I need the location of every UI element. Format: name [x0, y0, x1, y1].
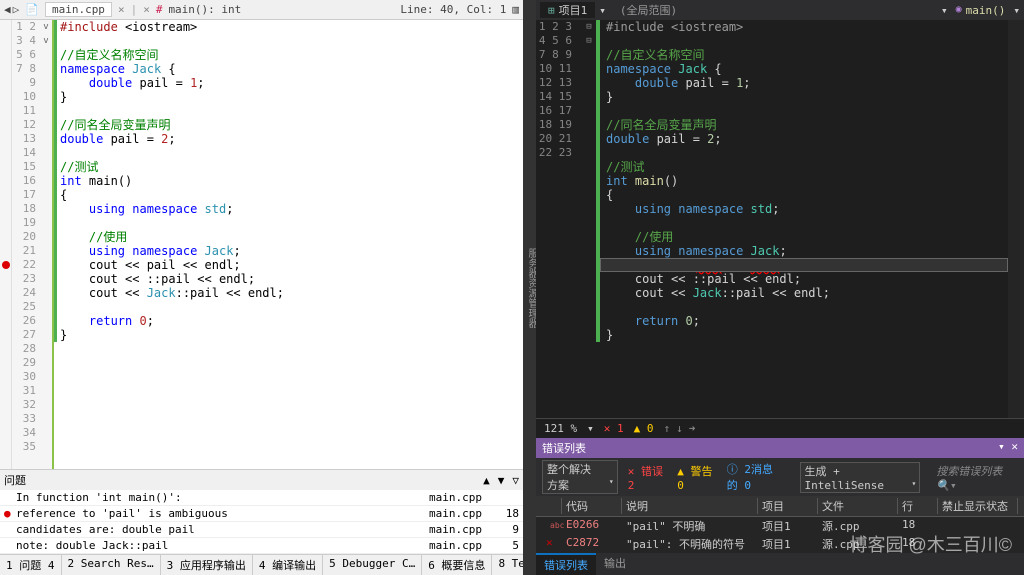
func-dropdown[interactable]: main() [948, 4, 1014, 17]
right-status-bar: 121 % ▾ ✕ 1 ▲ 0 ↑ ↓ ➜ [536, 418, 1024, 438]
bottom-tab[interactable]: 5 Debugger C… [323, 555, 422, 575]
back-icon[interactable]: ◀ [4, 3, 11, 16]
file-icon: 📄 [25, 3, 39, 16]
right-code-editor[interactable]: 1 2 3 4 5 6 7 8 9 10 11 12 13 14 15 16 1… [536, 20, 1024, 418]
tab-close2-icon[interactable]: × [143, 3, 150, 16]
right-line-numbers: 1 2 3 4 5 6 7 8 9 10 11 12 13 14 15 16 1… [536, 20, 582, 418]
zoom-dropdown[interactable]: 121 % [544, 422, 577, 435]
fwd-icon[interactable]: ▷ [13, 3, 20, 16]
server-explorer-side[interactable]: 服务器资源管理器 [524, 0, 536, 575]
error-row[interactable]: abcE0266"pail" 不明确项目1源.cpp18 [536, 517, 1024, 535]
nav-up-icon[interactable]: ▲ [483, 474, 490, 487]
bottom-tab[interactable]: 8 Test Results ▾ [492, 555, 523, 575]
right-fold-gutter[interactable]: ⊟ ⊟ [582, 20, 596, 418]
build-filter-dropdown[interactable]: 生成 + IntelliSense [800, 462, 921, 493]
fold-gutter[interactable]: v v [40, 20, 54, 469]
right-code-area[interactable]: #include <iostream> //自定义名称空间 namespace … [600, 20, 1008, 418]
left-topbar: ◀ ▷ 📄 main.cpp × | × # main(): int Line:… [0, 0, 523, 20]
errorlist-body[interactable]: abcE0266"pail" 不明确项目1源.cpp18✕C2872"pail"… [536, 517, 1024, 553]
error-list-panel: 错误列表 ▾ ✕ 整个解决方案 ✕ 错误 2 ▲ 警告 0 ⓘ 2消息 的 0 … [536, 438, 1024, 553]
filter-icon[interactable]: ▽ [512, 474, 519, 487]
code-area[interactable]: #include <iostream> //自定义名称空间 namespace … [54, 20, 523, 469]
search-errors[interactable]: 搜索错误列表 🔍▾ [930, 463, 1018, 492]
right-bottom-tabs[interactable]: 错误列表 输出 [536, 553, 1024, 575]
func-marker-icon: # [156, 3, 163, 16]
problem-row[interactable]: candidates are: double pailmain.cpp9 [0, 522, 523, 538]
scope-arrow-icon[interactable]: ▾ [941, 4, 948, 17]
problem-row[interactable]: note: double Jack::pailmain.cpp5 [0, 538, 523, 554]
bottom-tab[interactable]: 3 应用程序输出 [161, 555, 253, 575]
bottom-tab[interactable]: 4 编译输出 [253, 555, 323, 575]
error-row[interactable]: ✕C2872"pail": 不明确的符号项目1源.cpp18 [536, 535, 1024, 553]
error-count[interactable]: ✕ 1 [604, 422, 624, 435]
func-arrow-icon[interactable]: ▾ [1013, 4, 1020, 17]
info-filter[interactable]: ⓘ 2消息 的 0 [727, 461, 790, 493]
problems-title: 问题 [4, 472, 26, 488]
warnings-filter[interactable]: ▲ 警告 0 [677, 463, 716, 492]
bottom-tab[interactable]: 6 概要信息 [422, 555, 492, 575]
minimap[interactable] [1008, 20, 1024, 418]
problem-row[interactable]: ●reference to 'pail' is ambiguousmain.cp… [0, 506, 523, 522]
dropdown-icon[interactable]: ▾ [595, 4, 610, 17]
right-topbar: ⊞ 项目1 ▾ (全局范围) ▾ main() ▾ [536, 0, 1024, 20]
errorlist-header: 代码 说明 项目 文件 行 禁止显示状态 [536, 496, 1024, 517]
warn-count[interactable]: ▲ 0 [634, 422, 654, 435]
bottom-tab[interactable]: 2 Search Res… [62, 555, 161, 575]
errorlist-title: 错误列表 [542, 440, 586, 456]
solution-dropdown[interactable]: 整个解决方案 [542, 460, 618, 494]
scope-dropdown[interactable]: (全局范围) [610, 2, 941, 18]
panel-close-icon[interactable]: ✕ [1011, 440, 1018, 453]
prev-icon[interactable]: ↑ [664, 422, 671, 435]
line-numbers: 1 2 3 4 5 6 7 8 9 10 11 12 13 14 15 16 1… [12, 20, 40, 469]
right-tab[interactable]: ⊞ 项目1 [540, 2, 595, 18]
editor-tab[interactable]: main.cpp [45, 2, 112, 17]
cursor-position: Line: 40, Col: 1 [400, 3, 506, 16]
function-scope[interactable]: main(): int [168, 3, 241, 16]
bottom-tab[interactable]: 1 问题 4 [0, 555, 62, 575]
error-gutter [0, 20, 12, 469]
tab-errorlist[interactable]: 错误列表 [536, 553, 596, 575]
problems-panel: 问题 ▲ ▼ ▽ In function 'int main()':main.c… [0, 469, 523, 554]
tab-output[interactable]: 输出 [596, 553, 634, 575]
problems-table: In function 'int main()':main.cpp●refere… [0, 490, 523, 554]
nav-down-icon[interactable]: ▼ [498, 474, 505, 487]
left-code-editor[interactable]: 1 2 3 4 5 6 7 8 9 10 11 12 13 14 15 16 1… [0, 20, 523, 469]
goto-icon[interactable]: ➜ [689, 422, 696, 435]
close-tab-icon[interactable]: × [118, 3, 125, 16]
problem-row[interactable]: In function 'int main()':main.cpp [0, 490, 523, 506]
errors-filter[interactable]: ✕ 错误 2 [628, 463, 667, 492]
panel-dropdown-icon[interactable]: ▾ [998, 440, 1005, 453]
left-bottom-tabs[interactable]: 1 问题 42 Search Res…3 应用程序输出4 编译输出5 Debug… [0, 554, 523, 575]
next-icon[interactable]: ↓ [676, 422, 683, 435]
split-icon[interactable]: ▥ [512, 3, 519, 16]
